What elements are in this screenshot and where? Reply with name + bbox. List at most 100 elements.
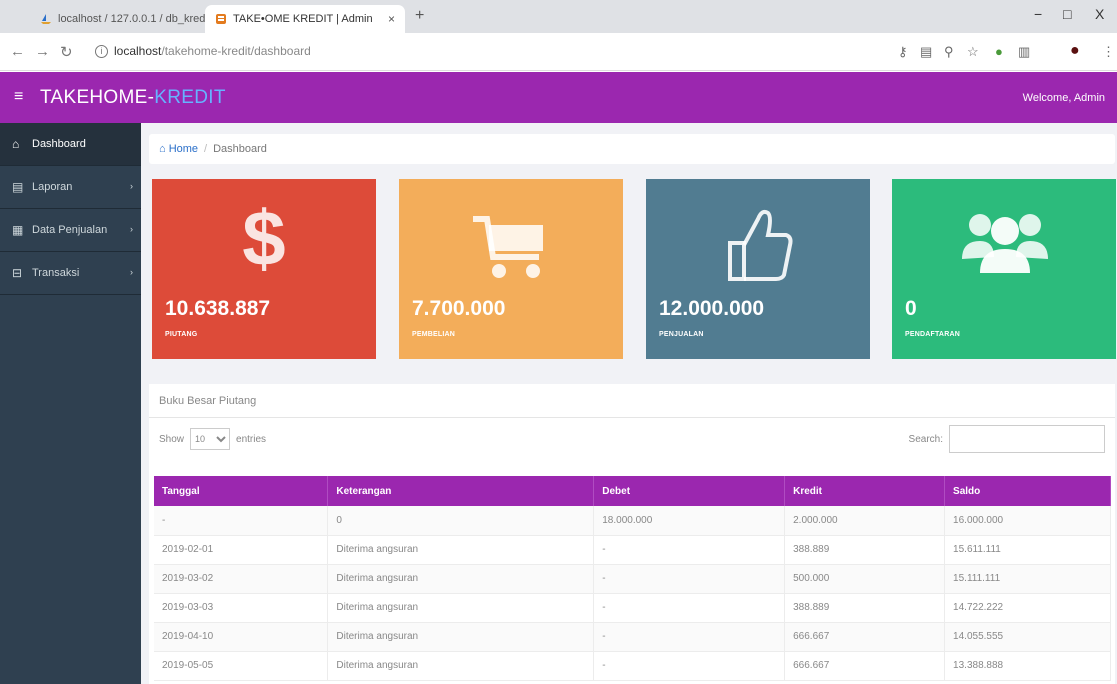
sidebar-item-label: Transaksi <box>32 267 80 279</box>
table-icon: ▦ <box>12 223 24 237</box>
cell-saldo: 14.055.555 <box>944 622 1111 652</box>
reload-icon[interactable]: ↻ <box>60 43 73 61</box>
extension-menu-icon[interactable]: ▥ <box>1018 44 1030 60</box>
search-input[interactable] <box>949 425 1105 453</box>
extension-icon[interactable]: ● <box>995 44 1003 59</box>
sidebar-item-label: Dashboard <box>32 138 86 150</box>
profile-avatar-icon[interactable]: ● <box>1070 42 1080 60</box>
browser-tab-bar: localhost / 127.0.0.1 / db_kredit TAKE•O… <box>0 0 1117 33</box>
cell-kredit: 2.000.000 <box>784 506 946 536</box>
browser-tab-takehome[interactable]: TAKE•OME KREDIT | Admin × <box>205 5 405 33</box>
show-label: Show <box>159 433 185 445</box>
entries-select[interactable]: 10 <box>190 428 231 450</box>
cell-tanggal: 2019-04-10 <box>154 622 329 652</box>
close-tab-icon[interactable]: × <box>388 12 395 26</box>
browser-menu-icon[interactable]: ⋮ <box>1102 44 1115 60</box>
url-path: /takehome-kredit/dashboard <box>161 44 311 58</box>
close-window-button[interactable]: X <box>1095 6 1104 22</box>
cell-debet: - <box>593 535 786 565</box>
sailboat-icon <box>41 14 51 24</box>
card-value: 0 <box>905 297 917 320</box>
cell-keterangan: Diterima angsuran <box>327 564 595 594</box>
user-menu[interactable]: Welcome, Admin <box>1023 92 1105 104</box>
cell-tanggal: 2019-05-05 <box>154 651 329 681</box>
entries-length-control: Show 10 entries <box>159 428 266 450</box>
cell-tanggal: 2019-03-03 <box>154 593 329 623</box>
thumbs-up-icon <box>728 209 793 281</box>
maximize-button[interactable]: □ <box>1063 6 1071 22</box>
cell-kredit: 388.889 <box>784 593 946 623</box>
card-value: 12.000.000 <box>659 297 765 320</box>
cell-keterangan: Diterima angsuran <box>327 535 595 565</box>
card-pembelian[interactable]: 7.700.000 PEMBELIAN <box>399 179 623 359</box>
brand-accent: KREDIT <box>154 87 226 108</box>
card-value: 7.700.000 <box>412 297 506 320</box>
star-icon[interactable]: ☆ <box>967 44 979 60</box>
breadcrumb-home[interactable]: ⌂ Home <box>159 143 198 155</box>
users-icon <box>962 214 1048 273</box>
cell-debet: - <box>593 651 786 681</box>
cell-debet: 18.000.000 <box>593 506 786 536</box>
cell-saldo: 16.000.000 <box>944 506 1111 536</box>
card-piutang[interactable]: $ 10.638.887 PIUTANG <box>152 179 376 359</box>
sidebar-item-dashboard[interactable]: ⌂ Dashboard <box>0 123 141 166</box>
column-header-debet[interactable]: Debet <box>593 476 786 506</box>
ledger-panel: Buku Besar Piutang Show 10 entries Searc… <box>149 384 1115 684</box>
column-header-kredit[interactable]: Kredit <box>784 476 946 506</box>
card-value: 10.638.887 <box>165 297 271 320</box>
cell-keterangan: Diterima angsuran <box>327 593 595 623</box>
cell-debet: - <box>593 593 786 623</box>
column-header-tanggal[interactable]: Tanggal <box>154 476 329 506</box>
brand-logo[interactable]: TAKEHOME-KREDIT <box>40 87 226 109</box>
column-header-keterangan[interactable]: Keterangan <box>327 476 595 506</box>
cell-debet: - <box>593 622 786 652</box>
key-icon[interactable]: ⚷ <box>898 44 908 60</box>
cell-saldo: 15.611.111 <box>944 535 1111 565</box>
search-label: Search: <box>908 433 943 445</box>
sidebar-item-laporan[interactable]: ▤ Laporan › <box>0 166 141 209</box>
cell-keterangan: Diterima angsuran <box>327 651 595 681</box>
report-icon: ▤ <box>12 180 24 194</box>
sidebar-item-label: Laporan <box>32 181 73 193</box>
cell-saldo: 14.722.222 <box>944 593 1111 623</box>
sidebar-item-label: Data Penjualan <box>32 224 108 236</box>
back-arrow-icon[interactable]: ← <box>10 43 25 60</box>
cell-debet: - <box>593 564 786 594</box>
cell-saldo: 15.111.111 <box>944 564 1111 594</box>
browser-tab-phpmyadmin[interactable]: localhost / 127.0.0.1 / db_kredit <box>30 5 220 33</box>
forward-arrow-icon[interactable]: → <box>35 43 50 60</box>
minimize-button[interactable]: − <box>1034 6 1042 22</box>
url-field[interactable]: i localhost/takehome-kredit/dashboard <box>95 38 875 64</box>
cell-saldo: 13.388.888 <box>944 651 1111 681</box>
table-search: Search: <box>909 425 1105 453</box>
main-content: ⌂ Home / Dashboard $ 10.638.887 PIUTANG … <box>141 123 1117 684</box>
cell-keterangan: Diterima angsuran <box>327 622 595 652</box>
card-label: PENJUALAN <box>659 331 704 338</box>
cell-kredit: 500.000 <box>784 564 946 594</box>
tab-title: TAKE•OME KREDIT | Admin <box>233 13 373 25</box>
cell-tanggal: - <box>154 506 329 536</box>
cell-kredit: 388.889 <box>784 535 946 565</box>
breadcrumb-separator: / <box>204 143 208 155</box>
sidebar-item-transaksi[interactable]: ⊟ Transaksi › <box>0 252 141 295</box>
translate-icon[interactable]: ▤ <box>920 44 932 60</box>
sidebar: ⌂ Dashboard ▤ Laporan › ▦ Data Penjualan… <box>0 123 141 684</box>
info-icon[interactable]: i <box>95 44 108 58</box>
breadcrumb: ⌂ Home / Dashboard <box>149 134 1115 164</box>
card-penjualan[interactable]: 12.000.000 PENJUALAN <box>646 179 870 359</box>
chevron-right-icon: › <box>130 224 133 234</box>
column-header-saldo[interactable]: Saldo <box>944 476 1111 506</box>
card-pendaftaran[interactable]: 0 PENDAFTARAN <box>892 179 1116 359</box>
cell-tanggal: 2019-02-01 <box>154 535 329 565</box>
sidebar-item-data-penjualan[interactable]: ▦ Data Penjualan › <box>0 209 141 252</box>
url-host: localhost <box>114 44 162 58</box>
app-header: ≡ TAKEHOME-KREDIT Welcome, Admin <box>0 72 1117 123</box>
panel-title: Buku Besar Piutang <box>149 384 1115 418</box>
table-row: 2019-03-02 Diterima angsuran - 500.000 1… <box>154 564 1111 594</box>
zoom-icon[interactable]: ⚲ <box>944 44 954 60</box>
brand-main: TAKEHOME- <box>40 87 155 108</box>
cell-kredit: 666.667 <box>784 622 946 652</box>
card-label: PEMBELIAN <box>412 331 456 338</box>
menu-toggle-icon[interactable]: ≡ <box>14 88 23 106</box>
new-tab-button[interactable]: + <box>415 7 424 25</box>
